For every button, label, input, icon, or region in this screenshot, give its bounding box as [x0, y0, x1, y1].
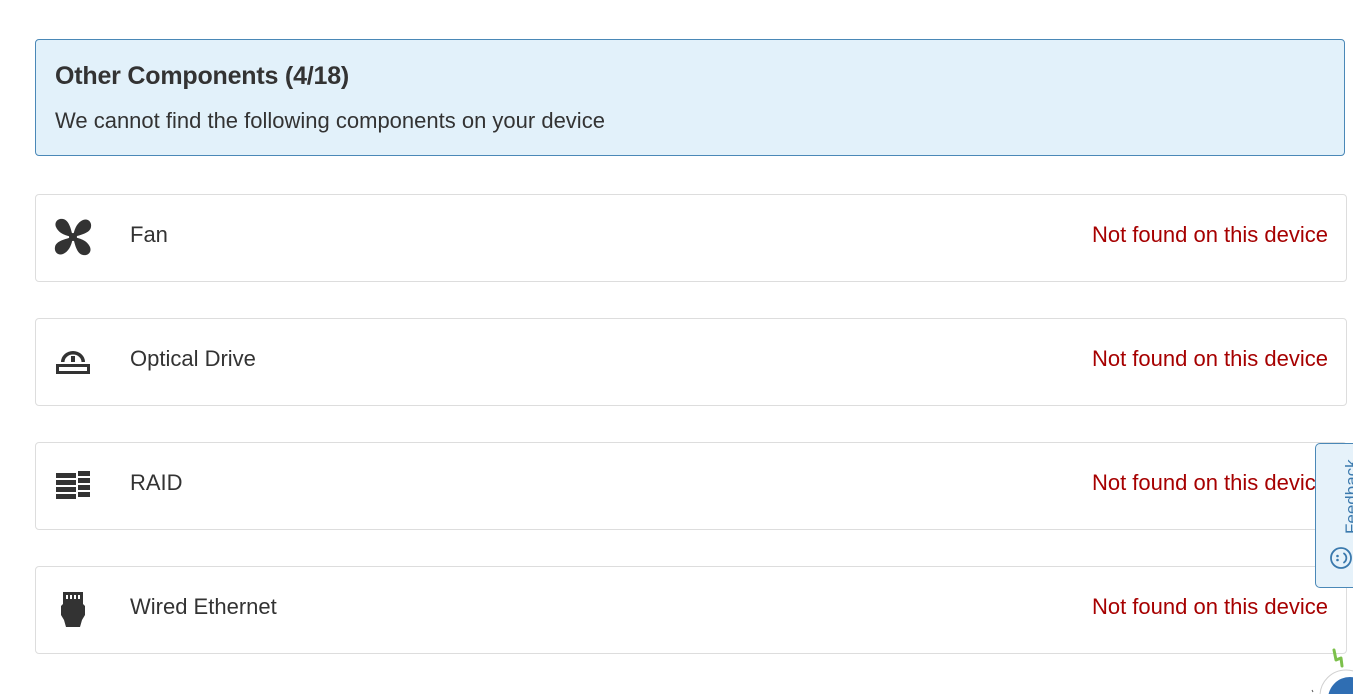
assistant-widget-button[interactable]	[1300, 646, 1353, 699]
component-name: Optical Drive	[130, 346, 256, 371]
smiley-icon	[1329, 546, 1353, 570]
component-row-raid: RAID Not found on this device	[35, 442, 1347, 530]
component-row-fan: Fan Not found on this device	[35, 194, 1347, 282]
component-status: Not found on this device	[1091, 594, 1328, 619]
fan-icon	[54, 217, 92, 257]
component-row-optical-drive: Optical Drive Not found on this device	[35, 318, 1347, 406]
component-status: Not found on this device	[1091, 346, 1328, 371]
raid-icon	[54, 465, 92, 505]
optical-drive-icon	[54, 341, 92, 381]
component-name: RAID	[130, 470, 183, 495]
feedback-label: Feedback	[1342, 459, 1353, 534]
component-status: Not found on this device	[1091, 470, 1328, 495]
info-banner: Other Components (4/18) We cannot find t…	[35, 39, 1345, 156]
component-status: Not found on this device	[1091, 222, 1328, 247]
component-name: Fan	[130, 222, 168, 247]
section-subtitle: We cannot find the following components …	[55, 108, 605, 133]
component-row-wired-ethernet: Wired Ethernet Not found on this device	[35, 566, 1347, 654]
component-name: Wired Ethernet	[130, 594, 277, 619]
section-title: Other Components (4/18)	[55, 62, 350, 90]
ethernet-icon	[54, 589, 92, 629]
feedback-tab[interactable]: Feedback	[1315, 443, 1353, 588]
